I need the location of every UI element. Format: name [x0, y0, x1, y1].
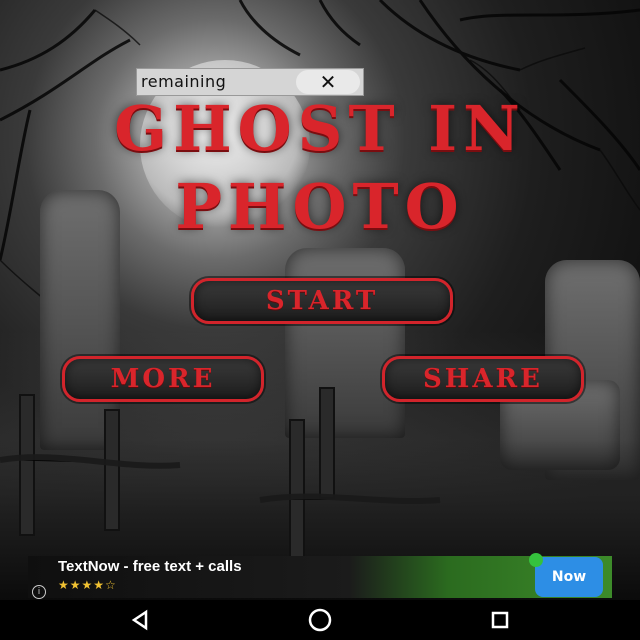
ad-rating-stars: ★★★★☆ — [58, 578, 117, 592]
ad-banner[interactable]: i TextNow - free text + calls ★★★★☆ Now — [28, 553, 612, 599]
ad-app-logo[interactable]: Now — [529, 553, 603, 597]
back-triangle-icon — [131, 609, 148, 631]
nav-home-button[interactable] — [290, 600, 350, 640]
home-circle-icon — [308, 608, 332, 632]
ad-logo-text: Now — [551, 569, 587, 585]
ad-logo-badge-icon — [529, 553, 543, 567]
nav-back-button[interactable] — [110, 600, 170, 640]
ad-title: TextNow - free text + calls — [58, 558, 242, 575]
nav-recents-button[interactable] — [470, 600, 530, 640]
recents-square-icon — [491, 611, 509, 629]
close-button[interactable]: ✕ — [296, 70, 360, 94]
more-button-label: MORE — [110, 364, 216, 394]
start-button-label: START — [265, 286, 379, 316]
remaining-text: remaining — [141, 72, 227, 91]
system-navigation-bar — [0, 600, 640, 640]
start-button[interactable]: START — [191, 278, 453, 324]
game-title-line2: PHOTO — [175, 170, 465, 243]
more-button[interactable]: MORE — [62, 356, 264, 402]
share-button[interactable]: SHARE — [382, 356, 584, 402]
ad-info-icon[interactable]: i — [32, 585, 46, 599]
share-button-label: SHARE — [423, 364, 543, 394]
game-title-line1: GHOST IN — [114, 92, 526, 165]
close-icon: ✕ — [319, 70, 337, 94]
